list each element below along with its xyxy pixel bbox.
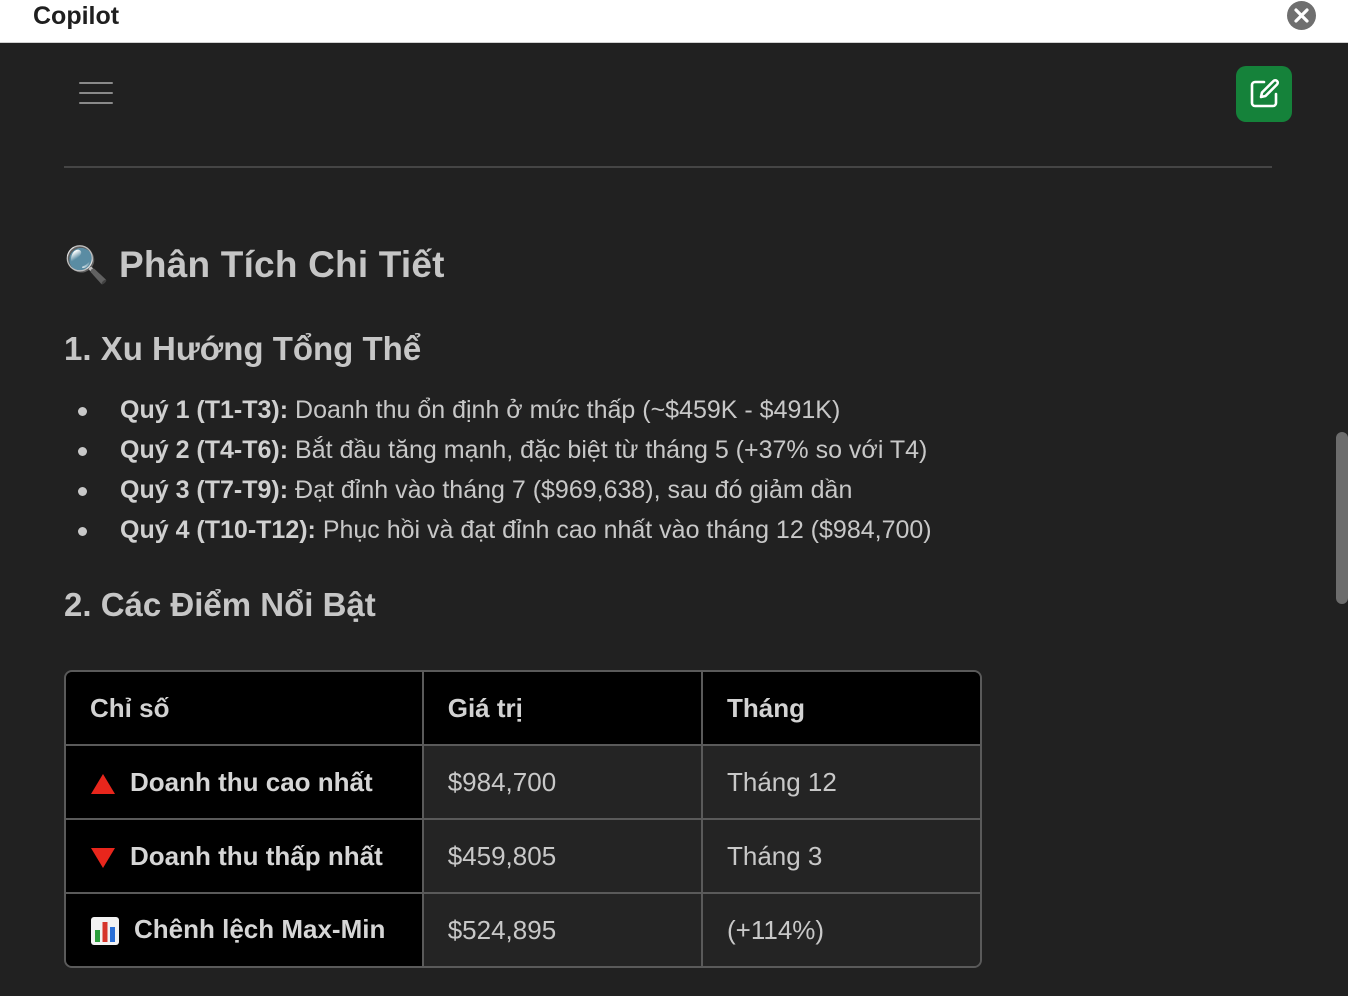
list-item: Quý 1 (T1-T3): Doanh thu ổn định ở mức t… [64, 392, 932, 432]
close-icon [1294, 8, 1309, 23]
menu-button[interactable] [78, 78, 114, 110]
column-header-value: Giá trị [423, 672, 703, 746]
magnifying-glass-icon: 🔍 [64, 244, 110, 285]
table-row: Doanh thu thấp nhất $459,805 Tháng 3 [66, 820, 980, 894]
new-chat-button[interactable] [1236, 66, 1292, 122]
content-divider [64, 166, 1272, 168]
highlights-table: Chỉ số Giá trị Tháng Doanh thu cao nhất … [64, 670, 982, 968]
list-item-label: Quý 4 (T10-T12): [120, 516, 316, 544]
month-cell: Tháng 3 [702, 820, 980, 894]
heading-text: Phân Tích Chi Tiết [119, 244, 445, 285]
bar-chart-icon [91, 917, 119, 946]
list-item-label: Quý 3 (T7-T9): [120, 476, 289, 504]
value-cell: $459,805 [423, 820, 703, 894]
metric-cell: Doanh thu cao nhất [66, 746, 424, 820]
month-cell: (+114%) [702, 894, 980, 966]
list-item-text: Phục hồi và đạt đỉnh cao nhất vào tháng … [315, 516, 932, 544]
metric-label: Chênh lệch Max-Min [134, 913, 386, 944]
metric-cell: Chênh lệch Max-Min [66, 894, 424, 966]
metric-label: Doanh thu cao nhất [130, 766, 373, 797]
subheading-highlights: 2. Các Điểm Nổi Bật [64, 586, 376, 623]
metric-cell: Doanh thu thấp nhất [66, 820, 424, 894]
window-title: Copilot [33, 2, 120, 30]
value-cell: $984,700 [423, 746, 703, 820]
scrollbar-thumb[interactable] [1336, 432, 1348, 604]
list-item-text: Doanh thu ổn định ở mức thấp (~$459K - $… [288, 396, 841, 424]
hamburger-menu-icon [79, 82, 113, 104]
list-item-text: Bắt đầu tăng mạnh, đặc biệt từ tháng 5 (… [288, 436, 928, 464]
list-item-label: Quý 1 (T1-T3): [120, 396, 289, 424]
list-item: Quý 3 (T7-T9): Đạt đỉnh vào tháng 7 ($96… [64, 472, 932, 512]
list-item-label: Quý 2 (T4-T6): [120, 436, 289, 464]
edit-square-icon [1250, 79, 1279, 108]
window-titlebar: Copilot [0, 0, 1348, 43]
red-down-triangle-icon [91, 847, 115, 868]
close-button[interactable] [1287, 1, 1316, 30]
subheading-trend: 1. Xu Hướng Tổng Thể [64, 330, 422, 367]
column-header-metric: Chỉ số [66, 672, 424, 746]
list-item: Quý 2 (T4-T6): Bắt đầu tăng mạnh, đặc bi… [64, 432, 932, 472]
month-cell: Tháng 12 [702, 746, 980, 820]
list-item-text: Đạt đỉnh vào tháng 7 ($969,638), sau đó … [288, 476, 853, 504]
table-row: Chênh lệch Max-Min $524,895 (+114%) [66, 894, 980, 966]
value-cell: $524,895 [423, 894, 703, 966]
table-header-row: Chỉ số Giá trị Tháng [66, 672, 980, 746]
table-row: Doanh thu cao nhất $984,700 Tháng 12 [66, 746, 980, 820]
trend-list: Quý 1 (T1-T3): Doanh thu ổn định ở mức t… [64, 392, 932, 552]
metric-label: Doanh thu thấp nhất [130, 840, 383, 871]
section-heading: 🔍 Phân Tích Chi Tiết [64, 244, 445, 286]
column-header-month: Tháng [702, 672, 980, 746]
red-up-triangle-icon [91, 773, 115, 794]
list-item: Quý 4 (T10-T12): Phục hồi và đạt đỉnh ca… [64, 512, 932, 552]
